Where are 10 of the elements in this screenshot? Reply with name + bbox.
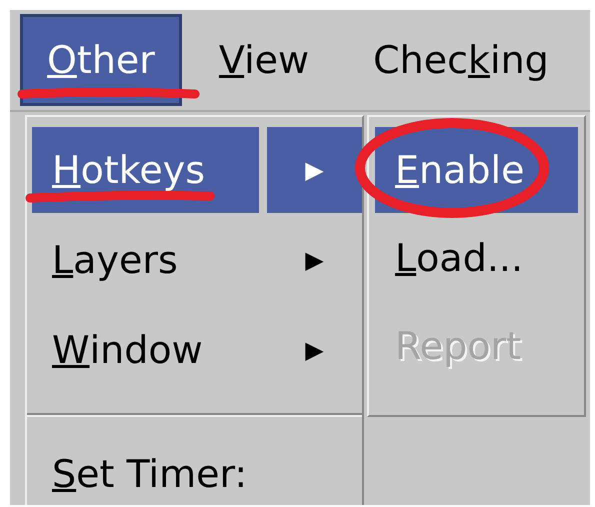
menu-title[interactable]: Checking bbox=[346, 14, 576, 106]
submenu-arrow[interactable]: ▶ bbox=[267, 217, 362, 303]
menu-item[interactable]: Window bbox=[32, 307, 259, 393]
menu-title[interactable]: Other bbox=[20, 14, 182, 106]
menu-item[interactable]: Hotkeys bbox=[32, 127, 259, 213]
menu-item[interactable]: Load... bbox=[375, 215, 578, 301]
menu-item[interactable]: Set Timer: bbox=[32, 431, 362, 505]
menu-item[interactable]: Layers bbox=[32, 217, 259, 303]
menu-title[interactable]: View bbox=[192, 14, 336, 106]
submenu-arrow[interactable]: ▶ bbox=[267, 307, 362, 393]
